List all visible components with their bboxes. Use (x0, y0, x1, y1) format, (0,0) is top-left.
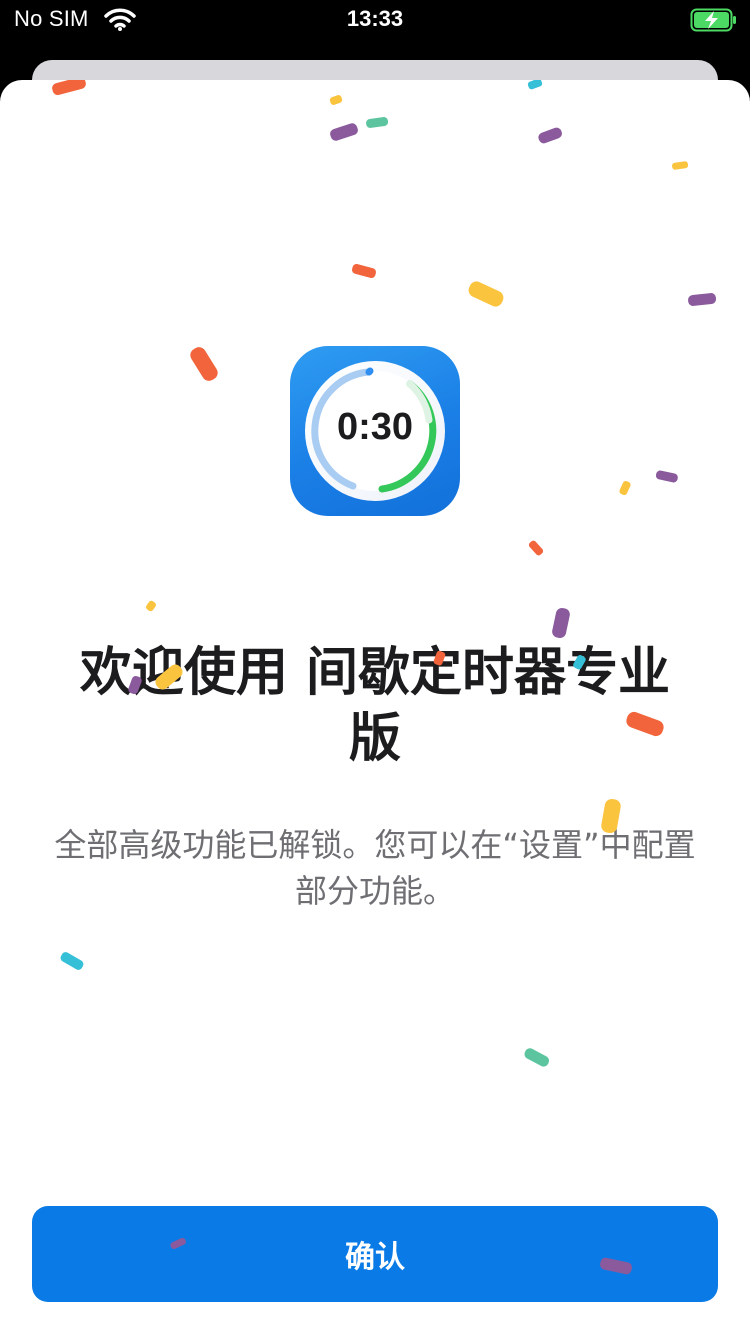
confetti-overlay (170, 1237, 632, 1275)
battery-charging-icon (690, 8, 736, 32)
welcome-sheet: 0:30 欢迎使用 间歇定时器专业版 全部高级功能已解锁。您可以在“设置”中配置… (0, 80, 750, 1334)
status-time: 13:33 (346, 6, 404, 31)
confetti-piece (600, 1257, 632, 1275)
confetti-piece (170, 1237, 186, 1250)
status-bar: No SIM 13:33 (0, 0, 750, 40)
